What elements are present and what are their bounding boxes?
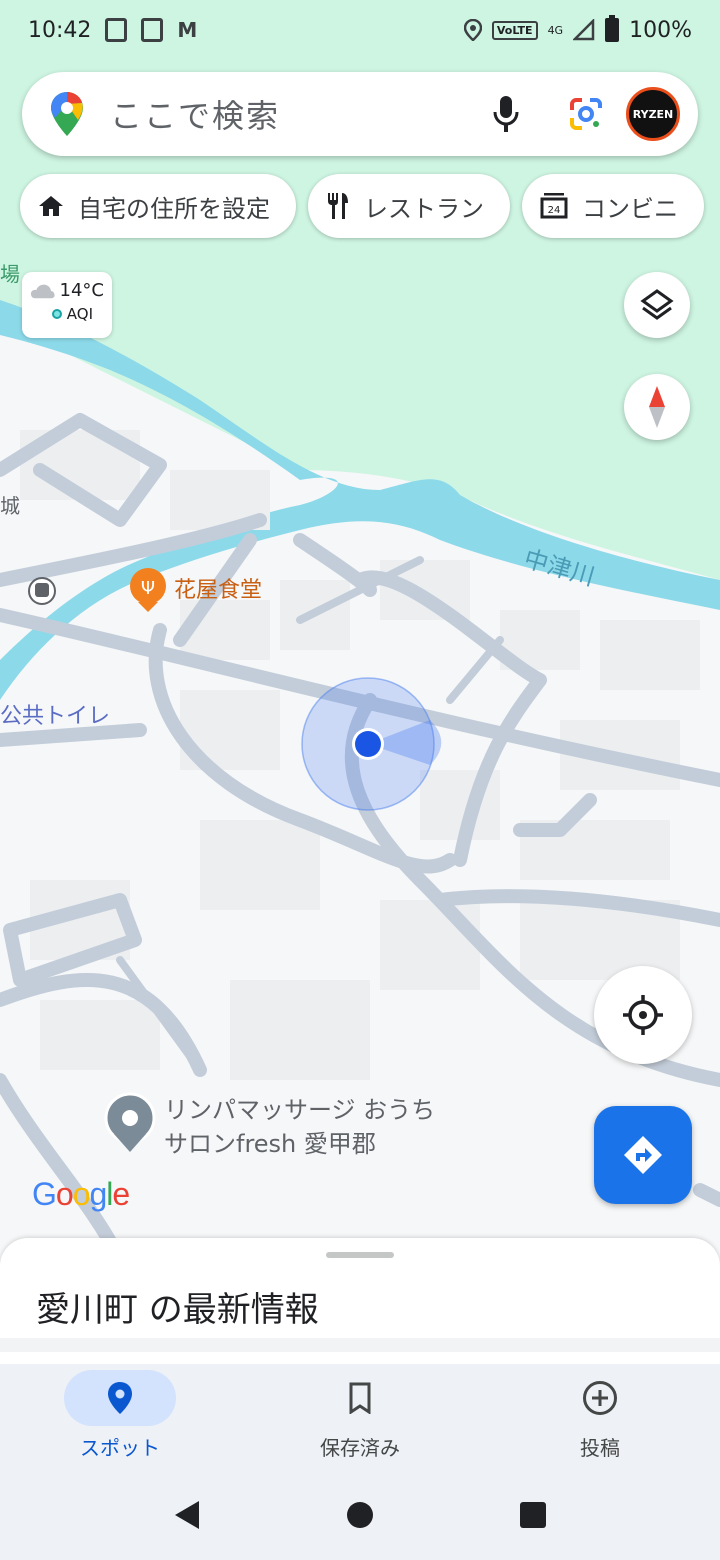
- battery-icon: [605, 15, 620, 42]
- edge-label-1: 場: [0, 262, 20, 286]
- google-logo: Google: [32, 1176, 130, 1213]
- bottom-sheet[interactable]: 愛川町 の最新情報: [0, 1238, 720, 1338]
- location-pin-icon: [108, 1382, 132, 1414]
- home-button-icon[interactable]: [346, 1501, 374, 1529]
- google-lens-icon[interactable]: [568, 96, 604, 132]
- bottom-navigation: スポット 保存済み 投稿: [0, 1364, 720, 1470]
- sheet-strip: [0, 1352, 720, 1364]
- bus-stop-icon[interactable]: [28, 577, 56, 605]
- sheet-drag-handle[interactable]: [326, 1252, 394, 1258]
- chip-home-label: 自宅の住所を設定: [78, 194, 270, 223]
- google-logo-o1: o: [55, 1176, 74, 1212]
- add-circle-icon: [583, 1381, 617, 1415]
- account-avatar[interactable]: RYZEN: [626, 87, 680, 141]
- nav-explore[interactable]: スポット: [0, 1364, 240, 1470]
- recents-icon[interactable]: [519, 1501, 547, 1529]
- compass-button[interactable]: [624, 374, 690, 440]
- volte-badge: VoLTE: [491, 20, 538, 40]
- place-label-line2[interactable]: サロンfresh 愛甲郡: [164, 1124, 376, 1159]
- microphone-icon[interactable]: [492, 95, 520, 133]
- weather-temp: 14°C: [59, 280, 104, 301]
- gmail-icon: M: [177, 18, 198, 42]
- aqi-dot-icon: [52, 309, 62, 319]
- battery-level: 100%: [629, 17, 692, 43]
- home-icon: [39, 196, 63, 216]
- svg-text:Ψ: Ψ: [141, 578, 155, 599]
- compass-icon: [649, 386, 665, 428]
- store-icon: 24: [540, 193, 568, 219]
- google-logo-o2: o: [72, 1176, 91, 1212]
- google-logo-e: e: [112, 1176, 130, 1212]
- sheet-divider: [0, 1338, 720, 1352]
- search-bar[interactable]: ここで検索 RYZEN: [22, 72, 698, 156]
- nav-explore-label: スポット: [80, 1436, 160, 1460]
- nav-saved-label: 保存済み: [320, 1436, 400, 1460]
- crosshair-icon: [623, 995, 663, 1035]
- status-time: 10:42: [28, 17, 92, 43]
- category-chips: 自宅の住所を設定 レストラン 24 コンビニ: [20, 174, 704, 238]
- location-status-icon: [463, 19, 482, 41]
- notification-app-icon: [105, 18, 128, 42]
- nav-contribute[interactable]: 投稿: [480, 1364, 720, 1470]
- restaurant-label[interactable]: 花屋食堂: [174, 572, 262, 604]
- nav-saved[interactable]: 保存済み: [240, 1364, 480, 1470]
- edge-label-2: 城: [0, 494, 20, 518]
- search-input[interactable]: ここで検索: [110, 91, 492, 137]
- chip-restaurant-label: レストラン: [364, 194, 484, 223]
- system-navigation-bar: [0, 1470, 720, 1560]
- status-bar: 10:42 M VoLTE 4G 100%: [0, 0, 720, 60]
- place-label-line1[interactable]: リンパマッサージ おうち: [164, 1090, 435, 1125]
- layers-icon: [640, 289, 674, 320]
- bookmark-icon: [349, 1382, 371, 1414]
- directions-icon: [624, 1136, 662, 1174]
- chip-store[interactable]: 24 コンビニ: [522, 174, 704, 238]
- maps-logo-icon: [51, 92, 83, 136]
- aqi-label: AQI: [66, 305, 94, 323]
- network-type: 4G: [547, 23, 564, 37]
- restaurant-icon: [328, 193, 348, 219]
- sheet-title: 愛川町 の最新情報: [36, 1290, 319, 1330]
- signal-icon: [573, 19, 595, 41]
- google-logo-g: g: [89, 1176, 107, 1212]
- nav-contribute-label: 投稿: [580, 1436, 620, 1460]
- google-logo-G: G: [32, 1176, 57, 1212]
- chip-restaurant[interactable]: レストラン: [308, 174, 510, 238]
- cloud-icon: [30, 284, 55, 298]
- svg-text:24: 24: [548, 205, 561, 216]
- notification-app-icon-2: [141, 18, 164, 42]
- directions-button[interactable]: [594, 1106, 692, 1204]
- my-location-button[interactable]: [594, 966, 692, 1064]
- chip-store-label: コンビニ: [582, 194, 678, 223]
- chip-home[interactable]: 自宅の住所を設定: [20, 174, 296, 238]
- back-icon[interactable]: [173, 1499, 201, 1531]
- weather-widget[interactable]: 14°C AQI: [22, 272, 112, 338]
- layers-button[interactable]: [624, 272, 690, 338]
- toilet-label[interactable]: 公共トイレ: [0, 698, 110, 730]
